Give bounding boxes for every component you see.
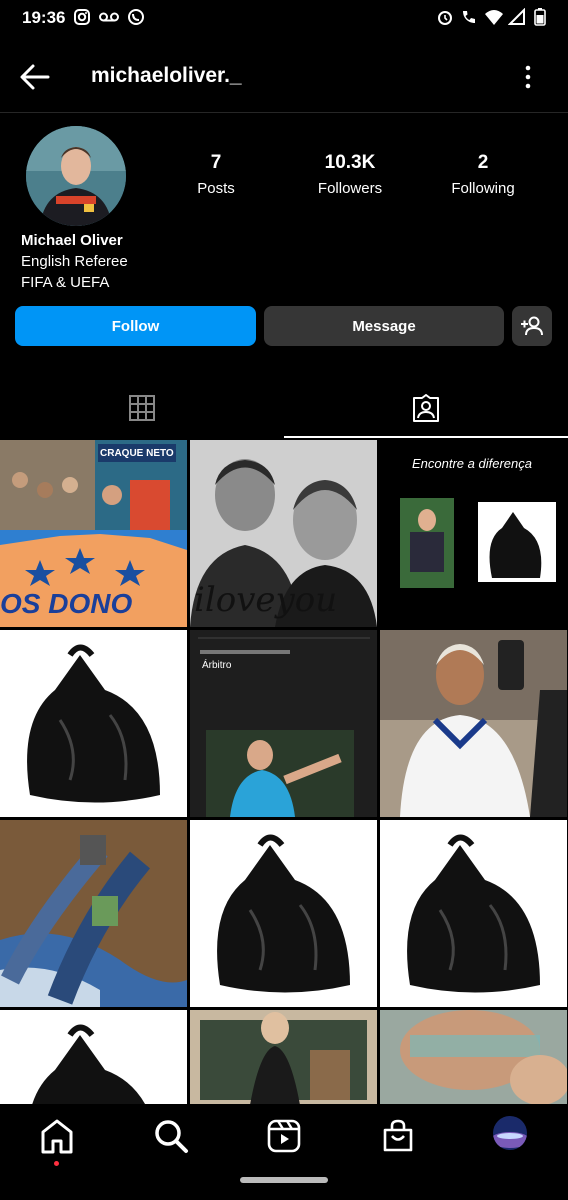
posts-count-label: Posts: [197, 180, 235, 197]
profile-avatar-tab[interactable]: [493, 1116, 527, 1150]
bottom-navigation: [0, 1104, 568, 1200]
cell-signal-icon: [508, 8, 525, 25]
post-5-title: Árbitro: [202, 660, 232, 671]
gesture-home-bar[interactable]: [240, 1177, 328, 1183]
bio-line-1: English Referee: [21, 253, 128, 270]
tagged-posts-grid: CRAQUE NETO OS DONO iloveyou Encontre a …: [0, 440, 568, 1104]
grid-post-8[interactable]: [190, 820, 377, 1007]
wifi-icon: [485, 10, 503, 25]
grid-post-9[interactable]: [380, 820, 567, 1007]
shop-bag-icon[interactable]: [378, 1116, 418, 1156]
tagged-user-icon: [413, 394, 439, 422]
more-options-icon[interactable]: [516, 64, 540, 90]
following-count-label: Following: [451, 180, 515, 197]
voicemail-icon: [99, 12, 119, 22]
following-count[interactable]: 2 Following: [423, 152, 543, 197]
post-5-image: [190, 630, 377, 817]
post-4-trash-bag-image: [0, 630, 187, 817]
profile-header-bar: michaeloliver._: [0, 40, 568, 113]
post-8-trash-bag-image: [190, 820, 377, 1007]
grid-post-4[interactable]: [0, 630, 187, 817]
alarm-icon: [438, 11, 452, 25]
user-avatar-icon: [493, 1116, 527, 1150]
followers-count-label: Followers: [317, 180, 383, 197]
grid-post-11[interactable]: [190, 1010, 377, 1104]
grid-post-10[interactable]: [0, 1010, 187, 1104]
wifi-call-icon: [463, 11, 475, 23]
post-9-trash-bag-image: [380, 820, 567, 1007]
message-button[interactable]: Message: [264, 306, 504, 346]
back-arrow-icon[interactable]: [18, 62, 52, 92]
avatar-photo: [26, 126, 126, 226]
followers-count-value: 10.3K: [324, 152, 376, 173]
post-10-trash-bag-image: [0, 1010, 187, 1104]
post-6-image: [380, 630, 567, 817]
grid-post-2[interactable]: iloveyou: [190, 440, 377, 627]
add-person-icon: [521, 316, 543, 336]
grid-icon: [129, 395, 155, 421]
home-notification-dot: [54, 1161, 59, 1166]
profile-username: michaeloliver._: [91, 64, 242, 87]
posts-count-value: 7: [210, 152, 222, 173]
grid-post-12[interactable]: [380, 1010, 567, 1104]
post-12-image: [380, 1010, 567, 1104]
grid-post-3[interactable]: Encontre a diferença: [380, 440, 567, 627]
post-7-image: [0, 820, 187, 1007]
profile-tabs: [0, 380, 568, 438]
profile-avatar[interactable]: [26, 126, 126, 226]
suggested-users-button[interactable]: [512, 306, 552, 346]
whatsapp-notification-icon: [128, 9, 144, 25]
post-1-banner-text: CRAQUE NETO: [100, 448, 174, 459]
grid-post-1[interactable]: CRAQUE NETO OS DONO: [0, 440, 187, 627]
tab-tagged[interactable]: [284, 380, 568, 438]
followers-count[interactable]: 10.3K Followers: [290, 152, 410, 197]
battery-icon: [534, 8, 546, 26]
tab-posts-grid[interactable]: [0, 380, 284, 436]
home-icon[interactable]: [37, 1116, 77, 1156]
profile-display-name: Michael Oliver: [21, 232, 123, 249]
follow-button[interactable]: Follow: [15, 306, 256, 346]
status-time: 19:36: [22, 8, 66, 27]
grid-post-7[interactable]: [0, 820, 187, 1007]
grid-post-6[interactable]: [380, 630, 567, 817]
bio-line-2: FIFA & UEFA: [21, 274, 110, 291]
status-bar: 19:36: [0, 0, 568, 36]
post-3-title: Encontre a diferença: [412, 456, 532, 471]
posts-count[interactable]: 7 Posts: [156, 152, 276, 197]
instagram-notification-icon: [74, 9, 90, 25]
grid-post-5[interactable]: Árbitro: [190, 630, 377, 817]
reels-icon[interactable]: [264, 1116, 304, 1156]
post-11-image: [190, 1010, 377, 1104]
post-1-bottom-text: OS DONO: [0, 588, 133, 619]
profile-bio: Michael Oliver English Referee FIFA & UE…: [21, 230, 128, 293]
following-count-value: 2: [477, 152, 489, 173]
post-2-caption: iloveyou: [194, 580, 338, 620]
search-icon[interactable]: [151, 1116, 191, 1156]
